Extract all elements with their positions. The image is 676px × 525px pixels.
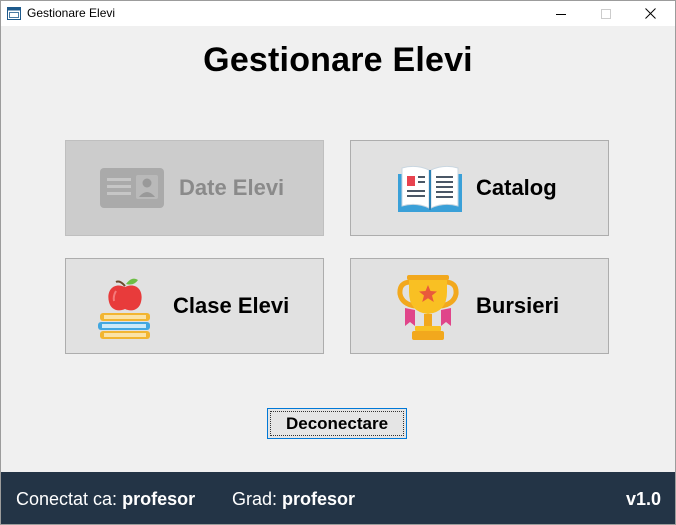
logout-label: Deconectare (285, 413, 389, 433)
version-value: v1.0 (625, 489, 661, 509)
grade-value: profesor (282, 489, 356, 509)
apple-books-icon (98, 278, 150, 339)
logout-button[interactable]: Deconectare (267, 408, 407, 439)
window-title: Gestionare Elevi (27, 6, 116, 20)
catalog-button[interactable]: Catalog (350, 140, 609, 236)
tile-label-date-elevi: Date Elevi (179, 175, 285, 200)
tile-label-bursieri: Bursieri (476, 293, 560, 318)
trophy-icon (397, 275, 459, 340)
minimize-button[interactable] (538, 1, 583, 26)
maximize-icon (600, 8, 611, 19)
version-label: v1.0 (626, 489, 661, 510)
title-bar: Gestionare Elevi (1, 1, 675, 26)
window-app-icon (7, 7, 21, 20)
id-card-icon (100, 168, 164, 208)
status-bar: Conectat ca: profesor Grad: profesor v1.… (1, 472, 675, 524)
tile-label-clase-elevi: Clase Elevi (173, 293, 290, 318)
connected-status: Conectat ca: profesor (16, 489, 195, 510)
close-button[interactable] (628, 1, 673, 26)
grade-label: Grad: (232, 489, 278, 509)
connected-label: Conectat ca: (16, 489, 118, 509)
clase-elevi-button[interactable]: Clase Elevi (65, 258, 324, 354)
close-icon (645, 8, 656, 19)
app-window: Gestionare Elevi Gestionare Elevi Date E… (0, 0, 676, 525)
maximize-button (583, 1, 628, 26)
bursieri-button[interactable]: Bursieri (350, 258, 609, 354)
minimize-icon (555, 13, 566, 15)
page-title: Gestionare Elevi (203, 41, 473, 79)
grade-status: Grad: profesor (232, 489, 355, 510)
date-elevi-button: Date Elevi (65, 140, 324, 236)
tile-label-catalog: Catalog (476, 175, 557, 200)
connected-user: profesor (122, 489, 196, 509)
open-book-icon (398, 165, 462, 212)
